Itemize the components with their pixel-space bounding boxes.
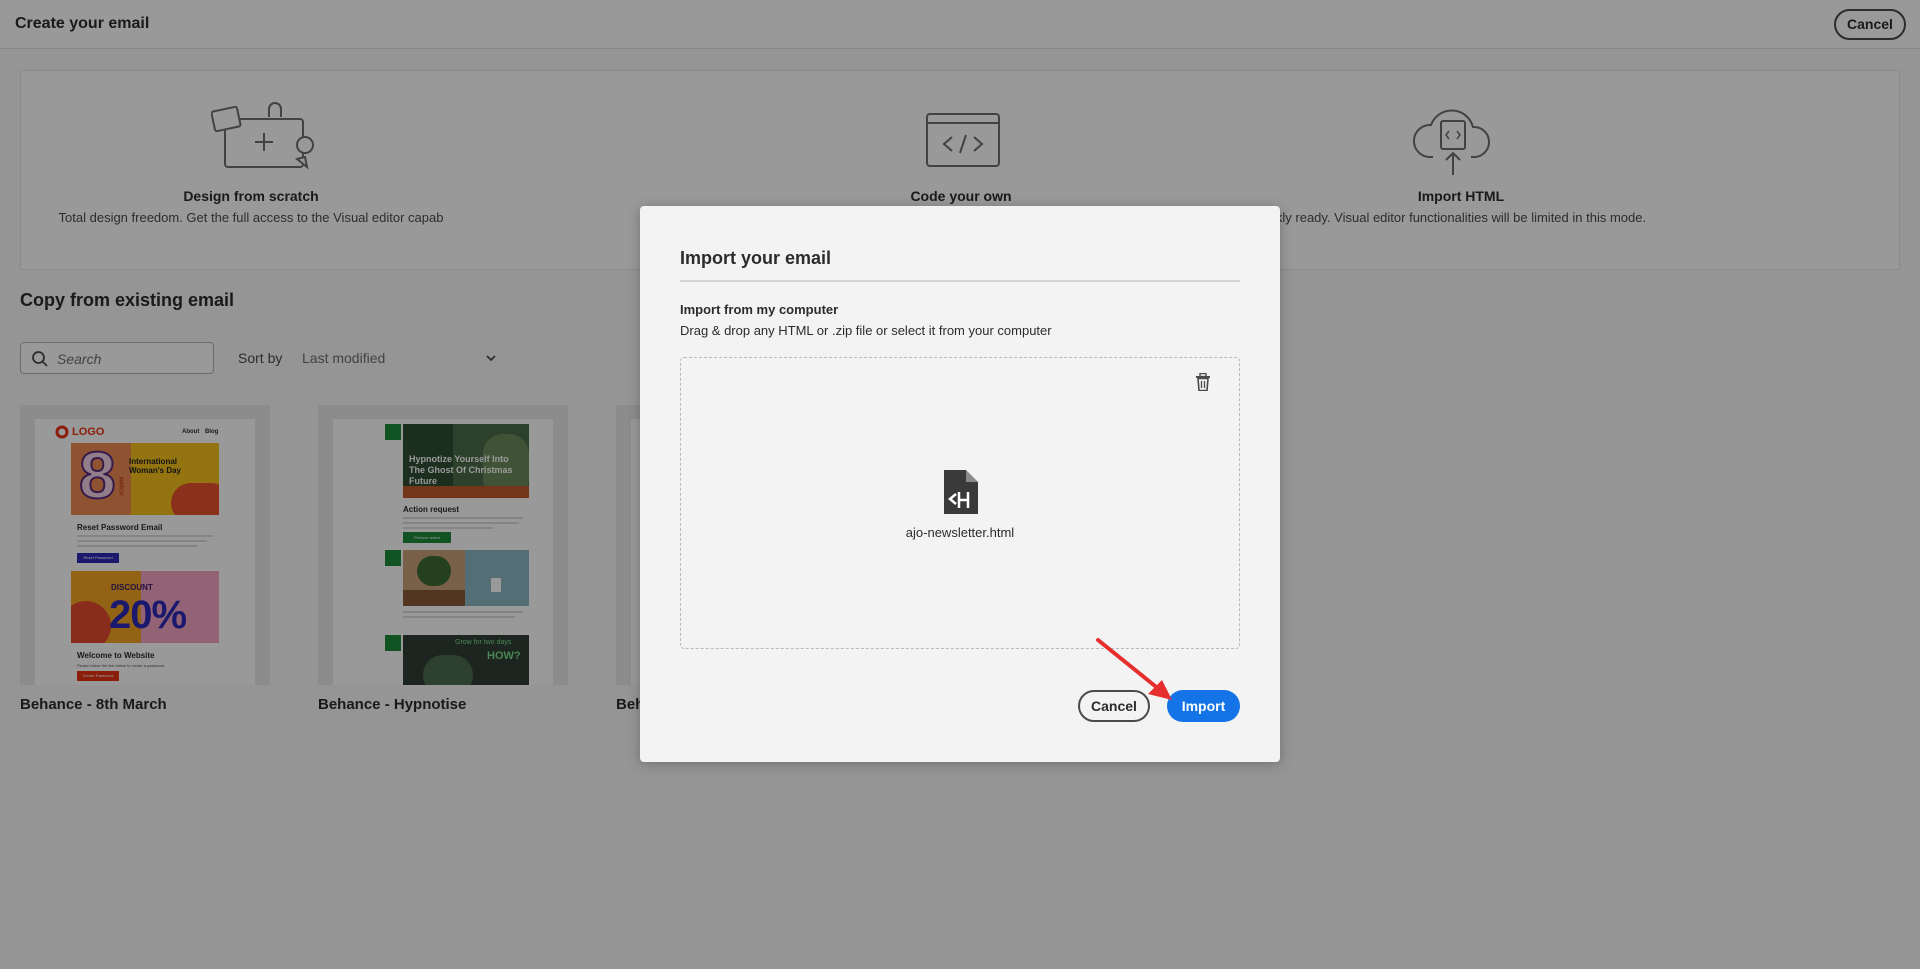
dialog-hint: Drag & drop any HTML or .zip file or sel… (680, 323, 1052, 338)
dialog-title: Import your email (680, 248, 832, 268)
uploaded-file-name: ajo-newsletter.html (905, 525, 1015, 540)
dialog-divider (680, 280, 1240, 282)
trash-icon[interactable] (1195, 373, 1211, 391)
html-file-icon (944, 470, 978, 514)
file-drop-zone[interactable]: ajo-newsletter.html (680, 357, 1240, 649)
dialog-subtitle: Import from my computer (680, 302, 839, 317)
annotation-arrow-icon (1096, 638, 1172, 700)
import-email-dialog: Import your email Import from my compute… (640, 206, 1280, 762)
